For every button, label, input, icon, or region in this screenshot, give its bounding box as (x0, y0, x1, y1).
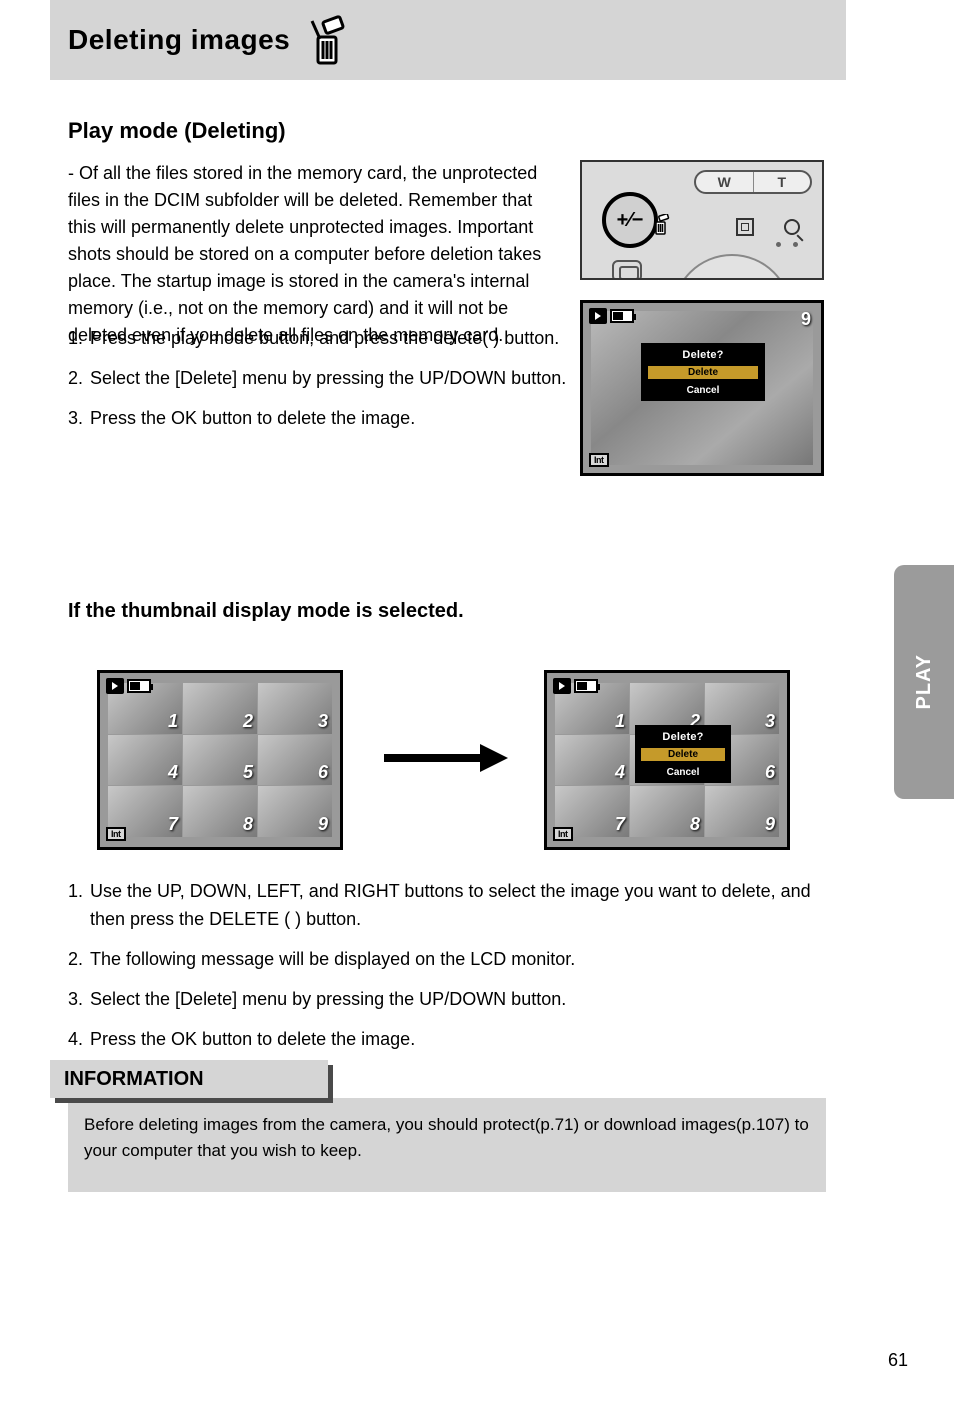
information-tag: INFORMATION (50, 1060, 328, 1098)
image-counter: 9 (801, 309, 811, 330)
delete-dialog: Delete? Delete Cancel (641, 343, 765, 401)
information-box: INFORMATION Before deleting images from … (50, 1060, 836, 1192)
thumbnail-grid: 1 2 3 4 5 6 7 8 9 (108, 683, 332, 837)
thumb-cell: 2 (183, 683, 257, 734)
nav-pad-icon (672, 254, 792, 280)
step-text: Press the play mode button, and press th… (90, 325, 559, 353)
magnifier-icon (784, 219, 800, 235)
steps-list: 1. Press the play mode button, and press… (68, 325, 568, 445)
indicator-leds (776, 242, 798, 247)
dialog-option-cancel[interactable]: Cancel (648, 384, 758, 397)
trash-erase-icon (304, 15, 346, 72)
thumb-cell: 3 (258, 683, 332, 734)
step-text: Press the OK button to delete the image. (90, 405, 415, 433)
thumb-cell: 5 (183, 735, 257, 786)
side-tab-label: PLAY (913, 654, 936, 710)
thumb-cell: 6 (258, 735, 332, 786)
internal-memory-icon: Int (106, 827, 126, 841)
battery-icon (127, 679, 151, 693)
lead-text: - Of all the files stored in the memory … (68, 163, 541, 345)
header-band: Deleting images (50, 0, 846, 80)
internal-memory-icon: Int (589, 453, 609, 467)
ev-glyph: +⁄− (617, 209, 644, 232)
delete-dialog: Delete? Delete Cancel (635, 725, 731, 783)
thumb-cell: 9 (705, 786, 779, 837)
section-heading: Play mode (Deleting) (68, 118, 286, 144)
display-button-icon (612, 260, 642, 280)
lcd-thumbnail-before: 1 2 3 4 5 6 7 8 9 Int (97, 670, 343, 850)
step-text: Select the [Delete] menu by pressing the… (90, 365, 566, 393)
page-title: Deleting images (68, 24, 290, 56)
battery-icon (574, 679, 598, 693)
arrow-right-icon (384, 744, 514, 772)
icon-strip (736, 218, 800, 236)
step-number: 2. (68, 946, 90, 974)
dialog-option-delete[interactable]: Delete (641, 748, 725, 761)
thumbnail-icon (736, 218, 754, 236)
zoom-wide-label: W (696, 172, 754, 192)
step-number: 4. (68, 1026, 90, 1054)
lcd-single-preview: 9 Int Delete? Delete Cancel (580, 300, 824, 476)
thumb-cell: 4 (555, 735, 629, 786)
dialog-option-cancel[interactable]: Cancel (641, 766, 725, 779)
subsection-heading: If the thumbnail display mode is selecte… (68, 600, 464, 623)
thumb-cell: 9 (258, 786, 332, 837)
trash-icon (652, 214, 670, 241)
zoom-rocker: W T (694, 170, 812, 194)
thumb-cell: 4 (108, 735, 182, 786)
step-text: Select the [Delete] menu by pressing the… (90, 986, 566, 1014)
step-number: 3. (68, 405, 90, 433)
lcd-thumbnail-after: 1 2 3 4 5 6 7 8 9 Int Delete? Delete Can… (544, 670, 790, 850)
battery-icon (610, 309, 634, 323)
dialog-prompt: Delete? (682, 349, 723, 361)
information-text: Before deleting images from the camera, … (84, 1112, 812, 1165)
zoom-tele-label: T (754, 172, 811, 192)
thumb-cell: 8 (183, 786, 257, 837)
step-number: 1. (68, 878, 90, 934)
step-number: 2. (68, 365, 90, 393)
step-number: 1. (68, 325, 90, 353)
camera-controls-figure: W T +⁄− (580, 160, 824, 280)
step-text: Use the UP, DOWN, LEFT, and RIGHT button… (90, 878, 828, 934)
dialog-option-delete[interactable]: Delete (648, 366, 758, 379)
step-text: The following message will be displayed … (90, 946, 575, 974)
lead-paragraph: - Of all the files stored in the memory … (68, 160, 558, 349)
dialog-prompt: Delete? (662, 731, 703, 743)
step-text: Press the OK button to delete the image. (90, 1026, 415, 1054)
page-number: 61 (888, 1350, 908, 1371)
play-mode-icon (589, 308, 607, 324)
thumb-cell: 8 (630, 786, 704, 837)
steps-list-thumbnails: 1. Use the UP, DOWN, LEFT, and RIGHT but… (68, 878, 828, 1065)
ev-delete-button: +⁄− (602, 192, 658, 248)
step-number: 3. (68, 986, 90, 1014)
play-mode-icon (106, 678, 124, 694)
play-mode-icon (553, 678, 571, 694)
side-tab-play: PLAY (894, 565, 954, 799)
internal-memory-icon: Int (553, 827, 573, 841)
